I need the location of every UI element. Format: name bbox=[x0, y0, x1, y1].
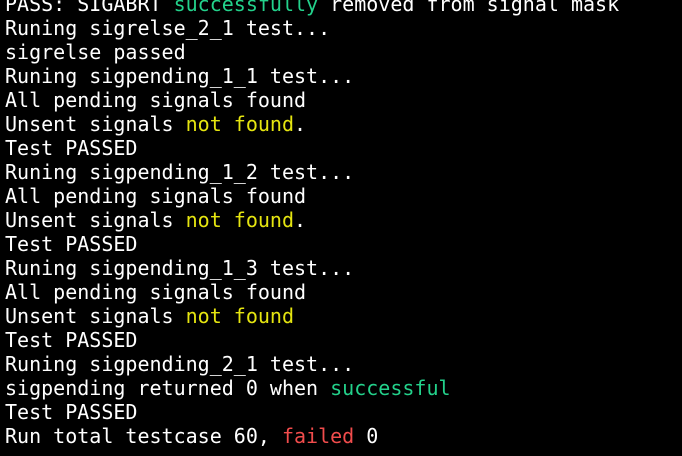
terminal-line: Test PASSED bbox=[5, 328, 682, 352]
terminal-text-segment: sigrelse passed bbox=[5, 40, 186, 64]
terminal-line: Runing sigpending_1_3 test... bbox=[5, 256, 682, 280]
terminal-line: Unsent signals not found. bbox=[5, 208, 682, 232]
terminal-line: All pending signals found bbox=[5, 280, 682, 304]
terminal-text-segment: sigpending returned 0 when bbox=[5, 376, 331, 400]
terminal-text-segment: Runing sigpending_1_1 test... bbox=[5, 64, 355, 88]
terminal-text-segment: Unsent signals bbox=[5, 304, 186, 328]
terminal-text-segment: PASS: SIGABRT bbox=[5, 0, 174, 16]
terminal-line: Runing sigpending_1_1 test... bbox=[5, 64, 682, 88]
terminal-text-segment: successful bbox=[330, 376, 451, 400]
terminal-text-segment: Runing sigpending_2_1 test... bbox=[5, 352, 355, 376]
terminal-line: All pending signals found bbox=[5, 184, 682, 208]
terminal-text-segment: Runing sigrelse_2_1 test... bbox=[5, 16, 331, 40]
terminal-text-segment: not found bbox=[185, 112, 294, 136]
terminal-line: Run total testcase 60, failed 0 bbox=[5, 424, 682, 448]
terminal-text-segment: not found bbox=[185, 304, 294, 328]
terminal-line: Runing sigrelse_2_1 test... bbox=[5, 16, 682, 40]
terminal-text-segment: Unsent signals bbox=[5, 208, 186, 232]
terminal-line: Runing sigpending_1_2 test... bbox=[5, 160, 682, 184]
terminal-text-segment: Test PASSED bbox=[5, 136, 138, 160]
terminal-line: sigpending returned 0 when successful bbox=[5, 376, 682, 400]
terminal-line: Runing sigpending_2_1 test... bbox=[5, 352, 682, 376]
terminal-line: Test PASSED bbox=[5, 136, 682, 160]
terminal-line: sigrelse passed bbox=[5, 40, 682, 64]
terminal-text-segment: Test PASSED bbox=[5, 400, 138, 424]
terminal-text-segment: Runing sigpending_1_3 test... bbox=[5, 256, 355, 280]
terminal-text-segment: Run total testcase 60, bbox=[5, 424, 282, 448]
terminal-text-segment: failed bbox=[281, 424, 355, 448]
terminal-text-segment: removed from signal mask bbox=[318, 0, 620, 16]
terminal-line: All pending signals found bbox=[5, 88, 682, 112]
terminal-output[interactable]: PASS: SIGABRT successfully removed from … bbox=[5, 0, 682, 448]
terminal-line: Test PASSED bbox=[5, 232, 682, 256]
terminal-text-segment: successfully bbox=[173, 0, 319, 16]
terminal-text-segment: . bbox=[294, 112, 307, 136]
terminal-text-segment: Runing sigpending_1_2 test... bbox=[5, 160, 355, 184]
terminal-text-segment: Unsent signals bbox=[5, 112, 186, 136]
terminal-line: Test PASSED bbox=[5, 400, 682, 424]
terminal-text-segment: All pending signals found bbox=[5, 280, 307, 304]
terminal-text-segment: . bbox=[294, 208, 307, 232]
terminal-text-segment: Test PASSED bbox=[5, 232, 138, 256]
terminal-text-segment: All pending signals found bbox=[5, 184, 307, 208]
terminal-line: Unsent signals not found bbox=[5, 304, 682, 328]
terminal-text-segment: Test PASSED bbox=[5, 328, 138, 352]
terminal-line: PASS: SIGABRT successfully removed from … bbox=[5, 0, 682, 16]
terminal-text-segment: not found bbox=[185, 208, 294, 232]
terminal-text-segment: 0 bbox=[354, 424, 379, 448]
terminal-line: Unsent signals not found. bbox=[5, 112, 682, 136]
terminal-text-segment: All pending signals found bbox=[5, 88, 307, 112]
